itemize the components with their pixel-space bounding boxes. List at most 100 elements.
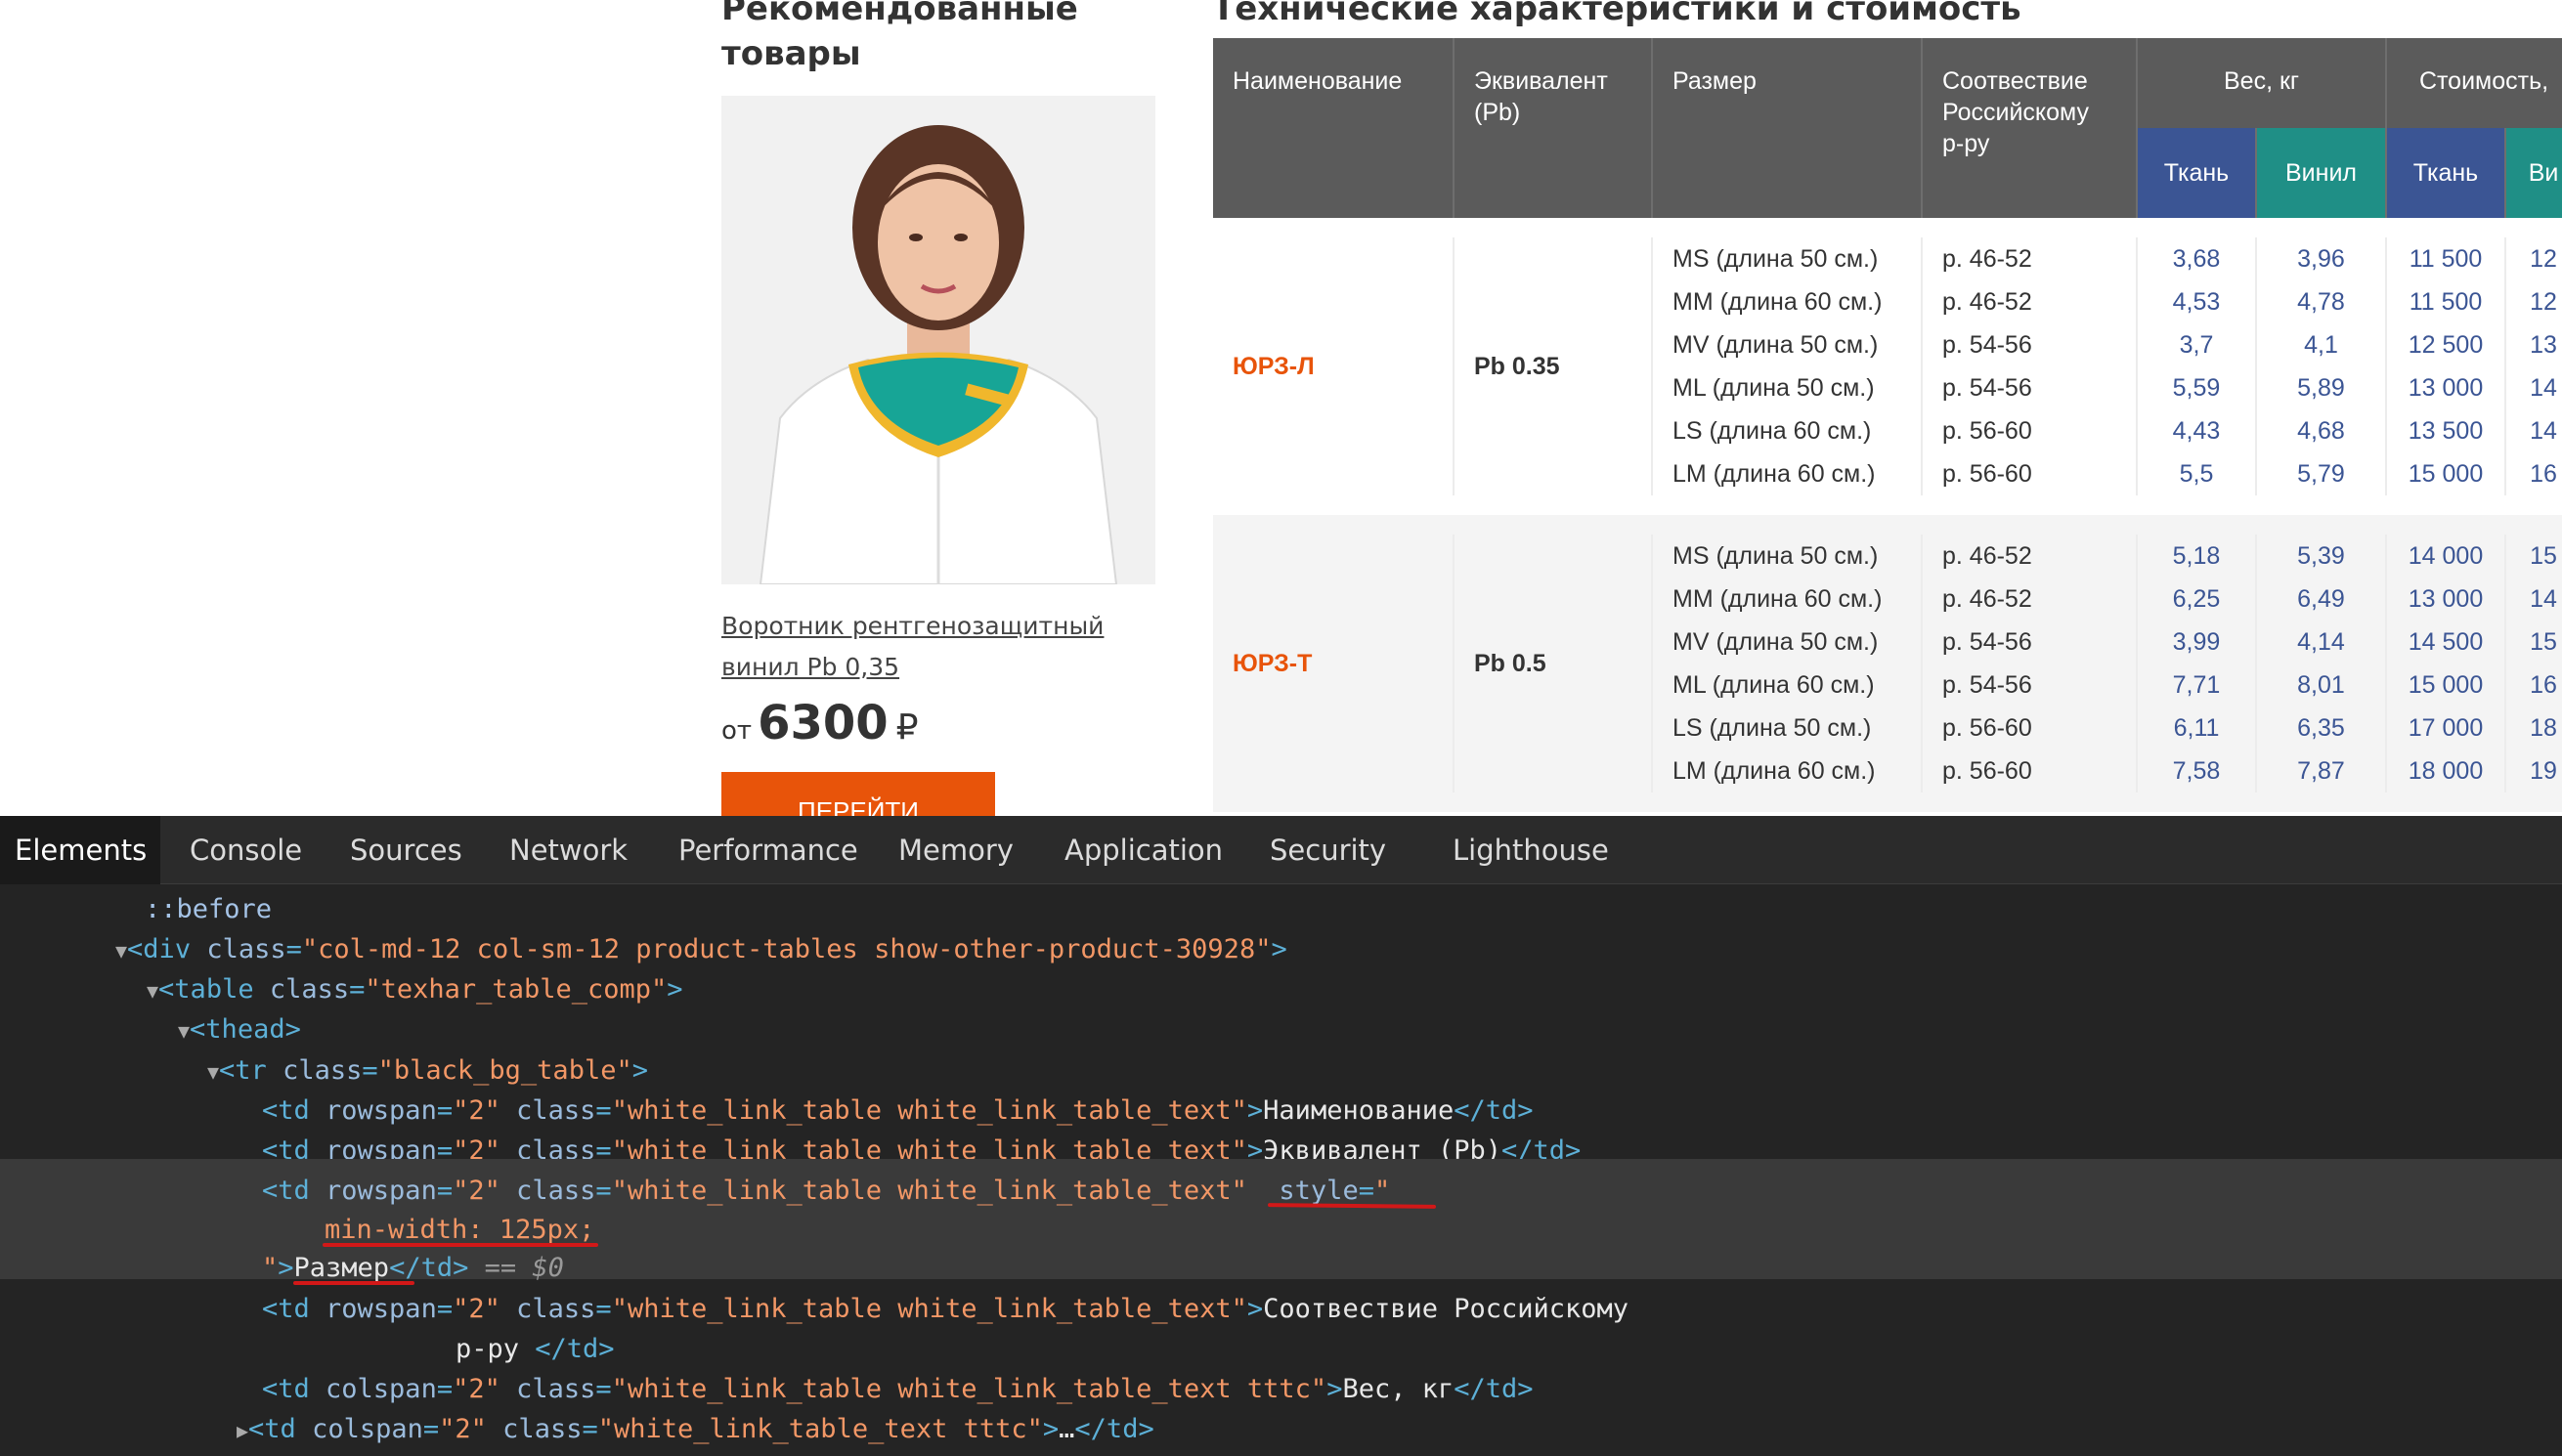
tree-line-td-name[interactable]: <td rowspan="2" class="white_link_table … — [0, 1091, 2562, 1131]
spacer-cell — [1213, 792, 2562, 812]
spec-table: Наименование Эквивалент (Pb) Размер Соот… — [1213, 38, 2562, 812]
weight-vinyl-cell: 4,68 — [2256, 409, 2387, 452]
cost-fabric-cell: 15 000 — [2386, 664, 2506, 707]
size-cell: LS (длина 50 см.) — [1652, 707, 1923, 749]
size-cell: MS (длина 50 см.) — [1652, 535, 1923, 578]
ru-size-cell: р. 56-60 — [1922, 749, 2138, 792]
cost-vinyl-cell: 14 — [2505, 366, 2562, 409]
header-equivalent: Эквивалент (Pb) — [1454, 38, 1653, 218]
expand-triangle-icon[interactable]: ▼ — [207, 1060, 219, 1084]
header-cost-vinyl: Ви — [2505, 128, 2562, 218]
cost-vinyl-cell: 15 — [2505, 621, 2562, 664]
tree-line-td-compliance[interactable]: <td rowspan="2" class="white_link_table … — [0, 1289, 2562, 1329]
cost-vinyl-cell: 12 — [2505, 237, 2562, 280]
header-weight: Вес, кг — [2137, 38, 2387, 128]
table-group-2: ЮРЗ-Т Pb 0.5 MS (длина 50 см.) р. 46-52 5,18… — [1213, 515, 2562, 812]
tree-line-tr[interactable]: ▼<tr class="black_bg_table"> — [0, 1050, 2562, 1091]
cost-vinyl-cell: 18 — [2505, 707, 2562, 749]
size-cell: MV (длина 50 см.) — [1652, 621, 1923, 664]
price-prefix: от — [721, 716, 753, 746]
cost-vinyl-cell: 13 — [2505, 323, 2562, 366]
equivalent-cell: Pb 0.5 — [1454, 535, 1653, 792]
weight-vinyl-cell: 8,01 — [2256, 664, 2387, 707]
cost-fabric-cell: 12 500 — [2386, 323, 2506, 366]
header-weight-fabric: Ткань — [2137, 128, 2257, 218]
size-cell: MV (длина 50 см.) — [1652, 323, 1923, 366]
product-model-link[interactable]: ЮРЗ-Л — [1213, 237, 1455, 495]
tree-line-td-cost[interactable]: ▶<td colspan="2" class="white_link_table… — [0, 1409, 2562, 1449]
tab-lighthouse[interactable]: Lighthouse — [1438, 816, 1624, 884]
cost-fabric-cell: 18 000 — [2386, 749, 2506, 792]
product-image[interactable] — [721, 96, 1155, 584]
table-row: ЮРЗ-Т Pb 0.5 MS (длина 50 см.) р. 46-52 5,18… — [1213, 535, 2562, 792]
annotation-underline — [293, 1281, 414, 1285]
cost-vinyl-cell: 14 — [2505, 409, 2562, 452]
ru-size-cell: р. 46-52 — [1922, 237, 2138, 280]
ru-size-cell: р. 54-56 — [1922, 366, 2138, 409]
price-value: 6300 — [758, 696, 889, 750]
weight-vinyl-cell: 5,39 — [2256, 535, 2387, 578]
tree-line-td-weight[interactable]: <td colspan="2" class="white_link_table … — [0, 1369, 2562, 1409]
size-cell: MM (длина 60 см.) — [1652, 280, 1923, 323]
annotation-underline — [323, 1243, 598, 1247]
expand-triangle-icon[interactable]: ▼ — [178, 1019, 190, 1043]
recommended-title: Рекомендованные товары — [721, 0, 1078, 73]
tree-line-compliance-cont[interactable]: р-ру </td> — [0, 1329, 2562, 1369]
ru-size-cell: р. 56-60 — [1922, 452, 2138, 495]
cost-fabric-cell: 14 000 — [2386, 535, 2506, 578]
tab-console[interactable]: Console — [175, 816, 317, 884]
weight-fabric-cell: 4,53 — [2137, 280, 2257, 323]
cost-fabric-cell: 11 500 — [2386, 280, 2506, 323]
ru-size-cell: р. 56-60 — [1922, 409, 2138, 452]
tab-performance[interactable]: Performance — [664, 816, 873, 884]
size-cell: LM (длина 60 см.) — [1652, 452, 1923, 495]
cost-fabric-cell: 14 500 — [2386, 621, 2506, 664]
go-button[interactable]: ПЕРЕЙТИ — [721, 772, 995, 816]
weight-fabric-cell: 7,58 — [2137, 749, 2257, 792]
pseudo-before: ::before — [145, 894, 273, 924]
spacer-cell — [1213, 515, 2562, 535]
expand-triangle-icon[interactable]: ▼ — [115, 939, 127, 963]
collapsed-triangle-icon[interactable]: ▶ — [237, 1419, 248, 1442]
tree-line-div[interactable]: ▼<div class="col-md-12 col-sm-12 product… — [0, 929, 2562, 969]
product-model-link[interactable]: ЮРЗ-Т — [1213, 535, 1455, 792]
product-link[interactable]: Воротник рентгенозащитный винил Pb 0,35 — [721, 606, 1181, 688]
weight-vinyl-cell: 4,78 — [2256, 280, 2387, 323]
expand-triangle-icon[interactable]: ▼ — [147, 979, 158, 1003]
cost-fabric-cell: 17 000 — [2386, 707, 2506, 749]
header-size: Размер — [1652, 38, 1923, 218]
webpage-viewport: Рекомендованные товары Воротник рентгено… — [0, 0, 2562, 816]
tab-network[interactable]: Network — [495, 816, 642, 884]
cost-fabric-cell: 11 500 — [2386, 237, 2506, 280]
spacer-cell — [1213, 218, 2562, 237]
spacer-cell — [1213, 495, 2562, 515]
header-cost-fabric: Ткань — [2386, 128, 2506, 218]
tab-application[interactable]: Application — [1050, 816, 1238, 884]
cost-fabric-cell: 13 000 — [2386, 366, 2506, 409]
header-cost: Стоимость, — [2386, 38, 2562, 128]
style-min-width[interactable]: min-width: 125px; — [325, 1215, 594, 1245]
tab-memory[interactable]: Memory — [884, 816, 1028, 884]
tab-sources[interactable]: Sources — [335, 816, 477, 884]
selected-marker: == $0 — [484, 1253, 564, 1283]
size-cell: LS (длина 60 см.) — [1652, 409, 1923, 452]
cost-vinyl-cell: 12 — [2505, 280, 2562, 323]
cost-fabric-cell: 13 000 — [2386, 578, 2506, 621]
cost-vinyl-cell: 15 — [2505, 535, 2562, 578]
weight-fabric-cell: 3,99 — [2137, 621, 2257, 664]
tree-line[interactable]: ::before — [0, 889, 2562, 929]
header-weight-vinyl: Винил — [2256, 128, 2387, 218]
spec-title: Технические характеристики и стоимость — [1212, 0, 2021, 28]
weight-vinyl-cell: 5,79 — [2256, 452, 2387, 495]
weight-vinyl-cell: 4,1 — [2256, 323, 2387, 366]
tab-security[interactable]: Security — [1255, 816, 1401, 884]
ru-size-cell: р. 46-52 — [1922, 280, 2138, 323]
size-cell: ML (длина 50 см.) — [1652, 366, 1923, 409]
tree-line-table[interactable]: ▼<table class="texhar_table_comp"> — [0, 969, 2562, 1009]
header-compliance: Соотвествие Российскому р-ру — [1922, 38, 2138, 218]
weight-vinyl-cell: 5,89 — [2256, 366, 2387, 409]
tab-elements[interactable]: Elements — [0, 816, 160, 884]
weight-vinyl-cell: 3,96 — [2256, 237, 2387, 280]
ru-size-cell: р. 46-52 — [1922, 535, 2138, 578]
tree-line-thead[interactable]: ▼<thead> — [0, 1009, 2562, 1049]
